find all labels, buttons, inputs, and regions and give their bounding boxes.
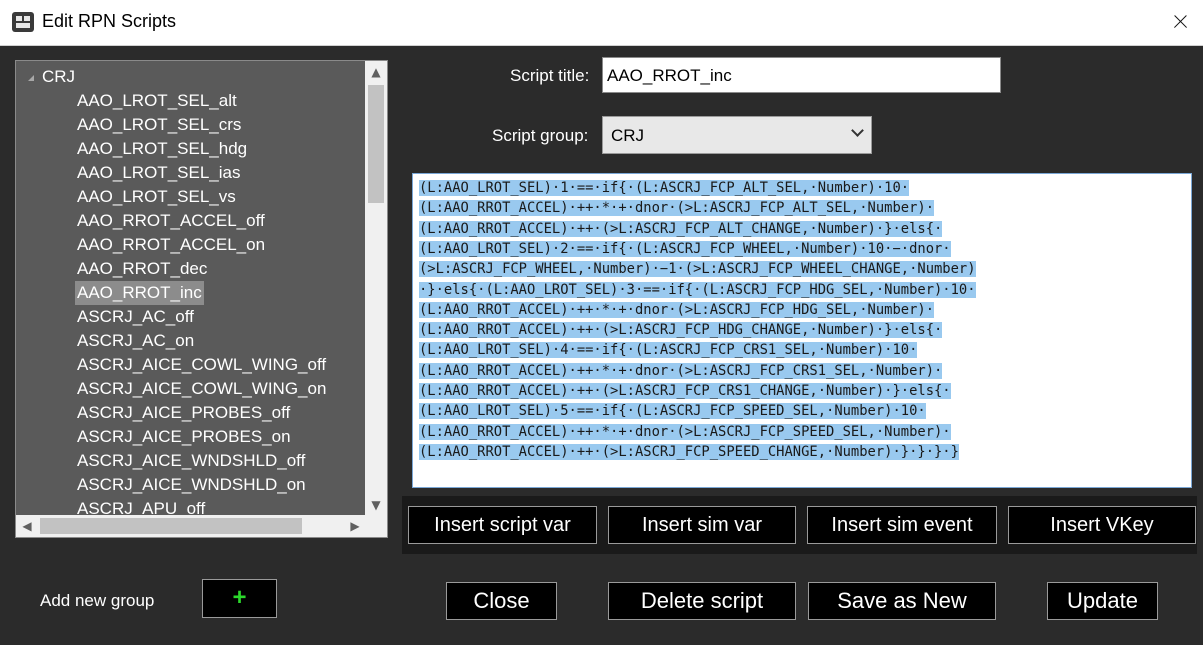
- scroll-left-icon[interactable]: ◀: [16, 515, 38, 537]
- script-line: (L:AAO_LROT_SEL)·5·==·if{·(L:ASCRJ_FCP_S…: [419, 401, 926, 421]
- script-line: (L:AAO_RROT_ACCEL)·++·(>L:ASCRJ_FCP_ALT_…: [419, 219, 943, 239]
- script-title-label: Script title:: [510, 66, 590, 85]
- script-group-label: Script group:: [492, 126, 589, 145]
- script-line: (L:AAO_RROT_ACCEL)·++·*·+·dnor·(>L:ASCRJ…: [419, 198, 934, 218]
- horizontal-scrollbar[interactable]: ◀ ▶: [16, 515, 366, 537]
- chevron-down-icon: [851, 124, 864, 137]
- tree-item[interactable]: AAO_LROT_SEL_hdg: [75, 137, 249, 161]
- update-button[interactable]: Update: [1047, 582, 1158, 620]
- script-line: (L:AAO_RROT_ACCEL)·++·*·+·dnor·(>L:ASCRJ…: [419, 361, 943, 381]
- close-icon[interactable]: [1157, 0, 1203, 45]
- script-line: (L:AAO_RROT_ACCEL)·++·*·+·dnor·(>L:ASCRJ…: [419, 422, 951, 442]
- delete-script-button[interactable]: Delete script: [608, 582, 796, 620]
- insert-sim-event-button[interactable]: Insert sim event: [807, 506, 997, 544]
- script-line: (L:AAO_LROT_SEL)·2·==·if{·(L:ASCRJ_FCP_W…: [419, 239, 951, 259]
- tree-item[interactable]: AAO_RROT_dec: [75, 257, 209, 281]
- script-line: ·}·els{·(L:AAO_LROT_SEL)·3·==·if{·(L:ASC…: [419, 280, 976, 300]
- script-line: (L:AAO_RROT_ACCEL)·++·(>L:ASCRJ_FCP_HDG_…: [419, 320, 943, 340]
- script-line-text: (L:AAO_RROT_ACCEL)·++·*·+·dnor·(>L:ASCRJ…: [419, 362, 943, 379]
- script-group-value: CRJ: [611, 126, 645, 145]
- script-line: (L:AAO_RROT_ACCEL)·++·*·+·dnor·(>L:ASCRJ…: [419, 300, 934, 320]
- script-tree[interactable]: CRJ AAO_LROT_SEL_alt AAO_LROT_SEL_crs AAO_…: [15, 60, 388, 538]
- tree-item[interactable]: ASCRJ_AC_on: [75, 329, 196, 353]
- script-line-text: (L:AAO_RROT_ACCEL)·++·*·+·dnor·(>L:ASCRJ…: [419, 423, 951, 440]
- script-line: (L:AAO_LROT_SEL)·4·==·if{·(L:ASCRJ_FCP_C…: [419, 340, 918, 360]
- script-line-text: (L:AAO_LROT_SEL)·4·==·if{·(L:ASCRJ_FCP_C…: [419, 342, 918, 359]
- script-line-text: (L:AAO_LROT_SEL)·5·==·if{·(L:ASCRJ_FCP_S…: [419, 403, 926, 420]
- horizontal-scroll-thumb[interactable]: [40, 518, 302, 534]
- script-line: (L:AAO_RROT_ACCEL)·++·(>L:ASCRJ_FCP_SPEE…: [419, 442, 959, 462]
- tree-viewport: CRJ AAO_LROT_SEL_alt AAO_LROT_SEL_crs AAO_…: [16, 61, 366, 516]
- script-line-text: (L:AAO_RROT_ACCEL)·++·(>L:ASCRJ_FCP_CRS1…: [419, 383, 951, 399]
- tree-item[interactable]: ASCRJ_AICE_COWL_WING_on: [75, 377, 328, 401]
- insert-script-var-button[interactable]: Insert script var: [408, 506, 597, 544]
- app-icon: [12, 12, 34, 32]
- script-editor[interactable]: (L:AAO_LROT_SEL)·1·==·if{·(L:ASCRJ_FCP_A…: [412, 173, 1192, 488]
- script-line-text: (L:AAO_RROT_ACCEL)·++·*·+·dnor·(>L:ASCRJ…: [419, 200, 934, 217]
- tree-item[interactable]: ASCRJ_AICE_PROBES_off: [75, 401, 292, 425]
- tree-item[interactable]: ASCRJ_AICE_COWL_WING_off: [75, 353, 328, 377]
- tree-item[interactable]: ASCRJ_AC_off: [75, 305, 196, 329]
- scrollbar-corner: [365, 515, 387, 537]
- insert-sim-var-button[interactable]: Insert sim var: [608, 506, 796, 544]
- script-line-text: (L:AAO_RROT_ACCEL)·++·*·+·dnor·(>L:ASCRJ…: [419, 301, 934, 318]
- tree-item[interactable]: ASCRJ_AICE_WNDSHLD_off: [75, 449, 307, 473]
- script-line-text: (L:AAO_RROT_ACCEL)·++·(>L:ASCRJ_FCP_HDG_…: [419, 322, 943, 339]
- script-line-text: (L:AAO_LROT_SEL)·1·==·if{·(L:ASCRJ_FCP_A…: [419, 180, 910, 196]
- window-title: Edit RPN Scripts: [42, 11, 177, 31]
- scroll-up-icon[interactable]: ▲: [365, 61, 387, 83]
- script-line-text: (>L:ASCRJ_FCP_WHEEL,·Number)·−1·(>L:ASCR…: [419, 261, 976, 278]
- tree-item[interactable]: AAO_RROT_inc: [75, 281, 204, 305]
- tree-item[interactable]: ASCRJ_APU_off: [75, 497, 207, 516]
- tree-root-label: CRJ: [42, 67, 76, 86]
- title-bar: Edit RPN Scripts: [0, 0, 1203, 46]
- add-group-button[interactable]: +: [202, 579, 277, 618]
- script-line-text: (L:AAO_LROT_SEL)·2·==·if{·(L:ASCRJ_FCP_W…: [419, 240, 951, 257]
- tree-root-crj[interactable]: CRJ: [28, 65, 75, 89]
- add-new-group-label: Add new group: [40, 591, 155, 610]
- tree-items: AAO_LROT_SEL_alt AAO_LROT_SEL_crs AAO_LROT…: [75, 89, 328, 516]
- plus-icon: +: [232, 584, 247, 611]
- insert-vkey-button[interactable]: Insert VKey: [1008, 506, 1196, 544]
- tree-item[interactable]: AAO_RROT_ACCEL_off: [75, 209, 267, 233]
- scroll-right-icon[interactable]: ▶: [344, 515, 366, 537]
- tree-item[interactable]: AAO_LROT_SEL_crs: [75, 113, 243, 137]
- tree-item[interactable]: ASCRJ_AICE_WNDSHLD_on: [75, 473, 308, 497]
- script-line-text: ·}·els{·(L:AAO_LROT_SEL)·3·==·if{·(L:ASC…: [419, 281, 976, 298]
- tree-item[interactable]: AAO_LROT_SEL_alt: [75, 89, 239, 113]
- vertical-scroll-thumb[interactable]: [368, 85, 384, 203]
- tree-item[interactable]: AAO_LROT_SEL_ias: [75, 161, 242, 185]
- vertical-scrollbar[interactable]: ▲ ▼: [365, 61, 387, 516]
- script-line: (L:AAO_RROT_ACCEL)·++·(>L:ASCRJ_FCP_CRS1…: [419, 381, 951, 401]
- tree-item[interactable]: ASCRJ_AICE_PROBES_on: [75, 425, 293, 449]
- close-button[interactable]: Close: [446, 582, 557, 620]
- script-group-select[interactable]: CRJ: [602, 116, 872, 154]
- script-line: (L:AAO_LROT_SEL)·1·==·if{·(L:ASCRJ_FCP_A…: [419, 178, 910, 198]
- save-as-new-button[interactable]: Save as New: [808, 582, 996, 620]
- scroll-down-icon[interactable]: ▼: [365, 494, 387, 516]
- tree-item[interactable]: AAO_LROT_SEL_vs: [75, 185, 238, 209]
- tree-item[interactable]: AAO_RROT_ACCEL_on: [75, 233, 267, 257]
- script-line-text: (L:AAO_RROT_ACCEL)·++·(>L:ASCRJ_FCP_SPEE…: [419, 443, 959, 460]
- collapse-triangle-icon[interactable]: [28, 74, 34, 81]
- script-line-text: (L:AAO_RROT_ACCEL)·++·(>L:ASCRJ_FCP_ALT_…: [419, 220, 943, 237]
- script-line: (>L:ASCRJ_FCP_WHEEL,·Number)·−1·(>L:ASCR…: [419, 259, 976, 279]
- script-title-input[interactable]: AAO_RROT_inc: [602, 57, 1001, 93]
